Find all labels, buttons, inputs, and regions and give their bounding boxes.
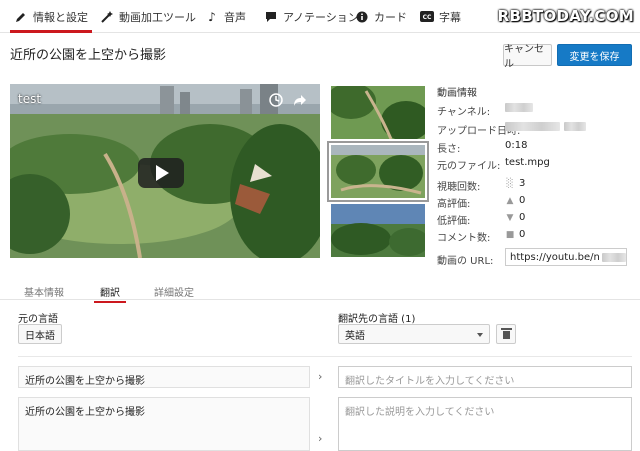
redacted-url-part <box>601 252 626 262</box>
duration-value: 0:18 <box>505 140 528 151</box>
share-icon[interactable] <box>292 92 308 108</box>
source-title-field: 近所の公園を上空から撮影 <box>18 366 310 388</box>
svg-text:CC: CC <box>423 14 432 21</box>
thumbs-up-icon: ▲ <box>506 195 514 206</box>
upload-row: アップロード日時: <box>437 120 637 137</box>
top-nav: 情報と設定 動画加工ツール ♪ 音声 アノテーション カード CC 字幕 RBB… <box>0 0 640 33</box>
tab-cards[interactable]: カード <box>355 0 407 33</box>
views-row: 視聴回数: ░ 3 <box>437 176 637 193</box>
thumbnail-option-1[interactable] <box>331 86 425 139</box>
cc-icon: CC <box>420 10 434 24</box>
tab-video-editor[interactable]: 動画加工ツール <box>100 0 196 33</box>
tab-label: 動画加工ツール <box>119 10 196 24</box>
likes-value: 0 <box>519 195 526 206</box>
file-value: test.mpg <box>505 157 550 168</box>
subtab-advanced-settings[interactable]: 詳細設定 <box>154 284 194 299</box>
comments-label: コメント数: <box>437 233 491 244</box>
tab-label: アノテーション <box>283 10 359 24</box>
video-url-value: https://youtu.be/n <box>510 251 600 263</box>
chevron-right-icon[interactable]: › <box>318 370 322 383</box>
comment-icon: ■ <box>505 229 515 240</box>
translated-title-input[interactable]: 翻訳したタイトルを入力してください <box>338 366 632 388</box>
tab-subtitles[interactable]: CC 字幕 <box>420 0 461 33</box>
duration-label: 長さ: <box>437 144 461 155</box>
thumbnail-image <box>331 86 425 139</box>
pencil-icon <box>14 10 28 24</box>
dislikes-label: 低評価: <box>437 216 471 227</box>
speech-bubble-icon <box>264 10 278 24</box>
url-row: 動画の URL: https://youtu.be/n <box>437 248 637 267</box>
source-language-button[interactable]: 日本語 <box>18 324 62 344</box>
delete-language-button[interactable] <box>496 324 516 344</box>
subtab-translation[interactable]: 翻訳 <box>94 284 126 303</box>
bar-chart-icon: ░ <box>506 178 514 189</box>
source-description-field: 近所の公園を上空から撮影 <box>18 397 310 451</box>
trash-icon <box>500 328 512 339</box>
cancel-button[interactable]: キャンセル <box>503 44 552 70</box>
channel-label: チャンネル: <box>437 107 491 118</box>
chevron-down-icon <box>477 333 483 337</box>
redacted-upload-time <box>564 122 586 131</box>
thumbs-down-icon: ▼ <box>506 212 514 223</box>
target-language-select[interactable]: 英語 <box>338 324 490 344</box>
thumbnail-image <box>331 204 425 257</box>
chevron-right-icon[interactable]: › <box>318 432 322 445</box>
section-divider <box>18 356 632 357</box>
redacted-channel <box>505 103 533 112</box>
translation-subtabs: 基本情報 翻訳 詳細設定 <box>0 284 640 303</box>
target-language-label: 翻訳先の言語 (1) <box>338 314 416 325</box>
translated-description-input[interactable]: 翻訳した説明を入力してください <box>338 397 632 451</box>
play-icon[interactable] <box>138 158 184 188</box>
info-circle-icon <box>355 10 369 24</box>
tab-label: カード <box>374 10 407 24</box>
views-label: 視聴回数: <box>437 182 481 193</box>
views-value: 3 <box>519 178 526 189</box>
site-watermark: RBBTODAY.COM <box>497 7 634 25</box>
video-overlay-title: test <box>18 92 42 106</box>
redacted-upload-date <box>505 122 560 131</box>
likes-row: 高評価: ▲ 0 <box>437 193 637 210</box>
page-title: 近所の公園を上空から撮影 <box>10 48 167 63</box>
thumbnail-image <box>331 145 425 198</box>
save-button[interactable]: 変更を保存 <box>557 44 632 66</box>
target-language-value: 英語 <box>345 330 365 342</box>
dislikes-row: 低評価: ▼ 0 <box>437 210 637 227</box>
magic-wand-icon <box>100 10 114 24</box>
file-label: 元のファイル: <box>437 161 501 172</box>
comments-row: コメント数: ■ 0 <box>437 227 637 244</box>
source-language-label: 元の言語 <box>18 314 58 325</box>
duration-row: 長さ: 0:18 <box>437 138 637 155</box>
likes-label: 高評価: <box>437 199 471 210</box>
subtab-basic-info[interactable]: 基本情報 <box>24 284 64 299</box>
clock-icon[interactable] <box>268 92 284 108</box>
info-heading: 動画情報 <box>437 88 477 99</box>
comments-value: 0 <box>519 229 526 240</box>
tab-annotations[interactable]: アノテーション <box>264 0 359 33</box>
tab-label: 字幕 <box>439 10 461 24</box>
file-row: 元のファイル: test.mpg <box>437 155 637 172</box>
dislikes-value: 0 <box>519 212 526 223</box>
thumbnail-option-3[interactable] <box>331 204 425 257</box>
thumbnail-option-2-selected[interactable] <box>327 141 429 202</box>
video-player[interactable]: test <box>10 84 320 258</box>
tab-label: 情報と設定 <box>33 10 88 24</box>
tab-info-settings[interactable]: 情報と設定 <box>10 0 92 33</box>
url-label: 動画の URL: <box>437 256 494 267</box>
music-note-icon: ♪ <box>208 9 216 24</box>
tab-label: 音声 <box>224 10 246 24</box>
channel-row: チャンネル: <box>437 101 637 118</box>
tab-audio[interactable]: ♪ 音声 <box>205 0 246 33</box>
video-url-field[interactable]: https://youtu.be/n <box>505 248 627 266</box>
